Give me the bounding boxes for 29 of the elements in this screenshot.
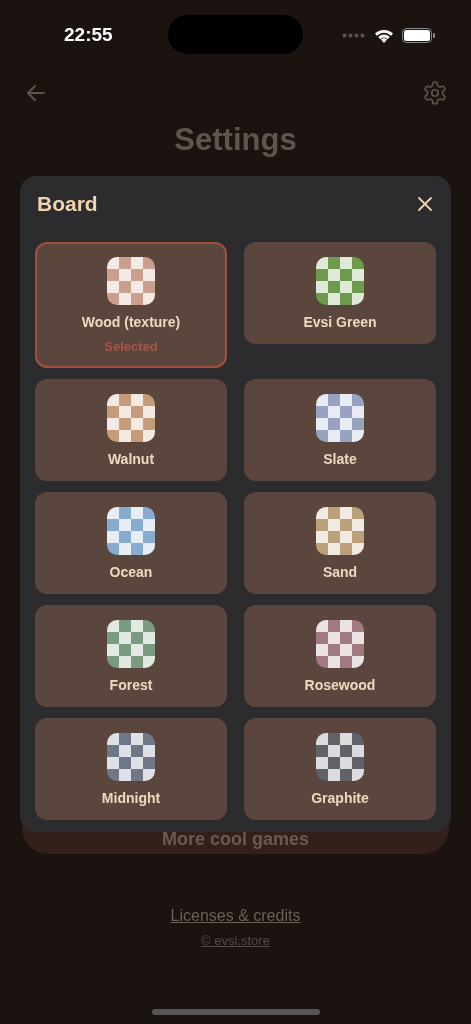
board-option[interactable]: Rosewood: [244, 605, 436, 707]
dialog-title: Board: [37, 192, 98, 216]
board-name: Midnight: [101, 790, 161, 806]
status-time: 22:55: [64, 24, 113, 46]
signal-icon: [342, 32, 366, 38]
board-option[interactable]: Slate: [244, 379, 436, 481]
board-name: Walnut: [107, 451, 155, 467]
page-title: Settings: [173, 121, 298, 158]
board-option[interactable]: Ocean: [35, 492, 227, 594]
board-name: Graphite: [311, 790, 369, 806]
board-name: Forest: [109, 677, 153, 693]
board-name: Wood (texture): [81, 314, 181, 330]
close-button[interactable]: [416, 195, 434, 213]
battery-icon: [402, 27, 435, 43]
board-option[interactable]: Graphite: [244, 718, 436, 820]
wifi-icon: [374, 27, 394, 43]
board-name: Sand: [322, 564, 358, 580]
board-option[interactable]: Wood (texture) Selected: [35, 242, 227, 368]
board-option[interactable]: Midnight: [35, 718, 227, 820]
board-name: Ocean: [109, 564, 153, 580]
board-name: Rosewood: [304, 677, 376, 693]
board-name: Slate: [323, 451, 357, 467]
board-option[interactable]: Forest: [35, 605, 227, 707]
board-option[interactable]: Walnut: [35, 379, 227, 481]
board-option[interactable]: Sand: [244, 492, 436, 594]
board-option[interactable]: Evsi Green: [244, 242, 436, 344]
board-name: Evsi Green: [303, 314, 377, 330]
settings-icon[interactable]: [422, 80, 448, 106]
selected-label: Selected: [104, 339, 158, 354]
